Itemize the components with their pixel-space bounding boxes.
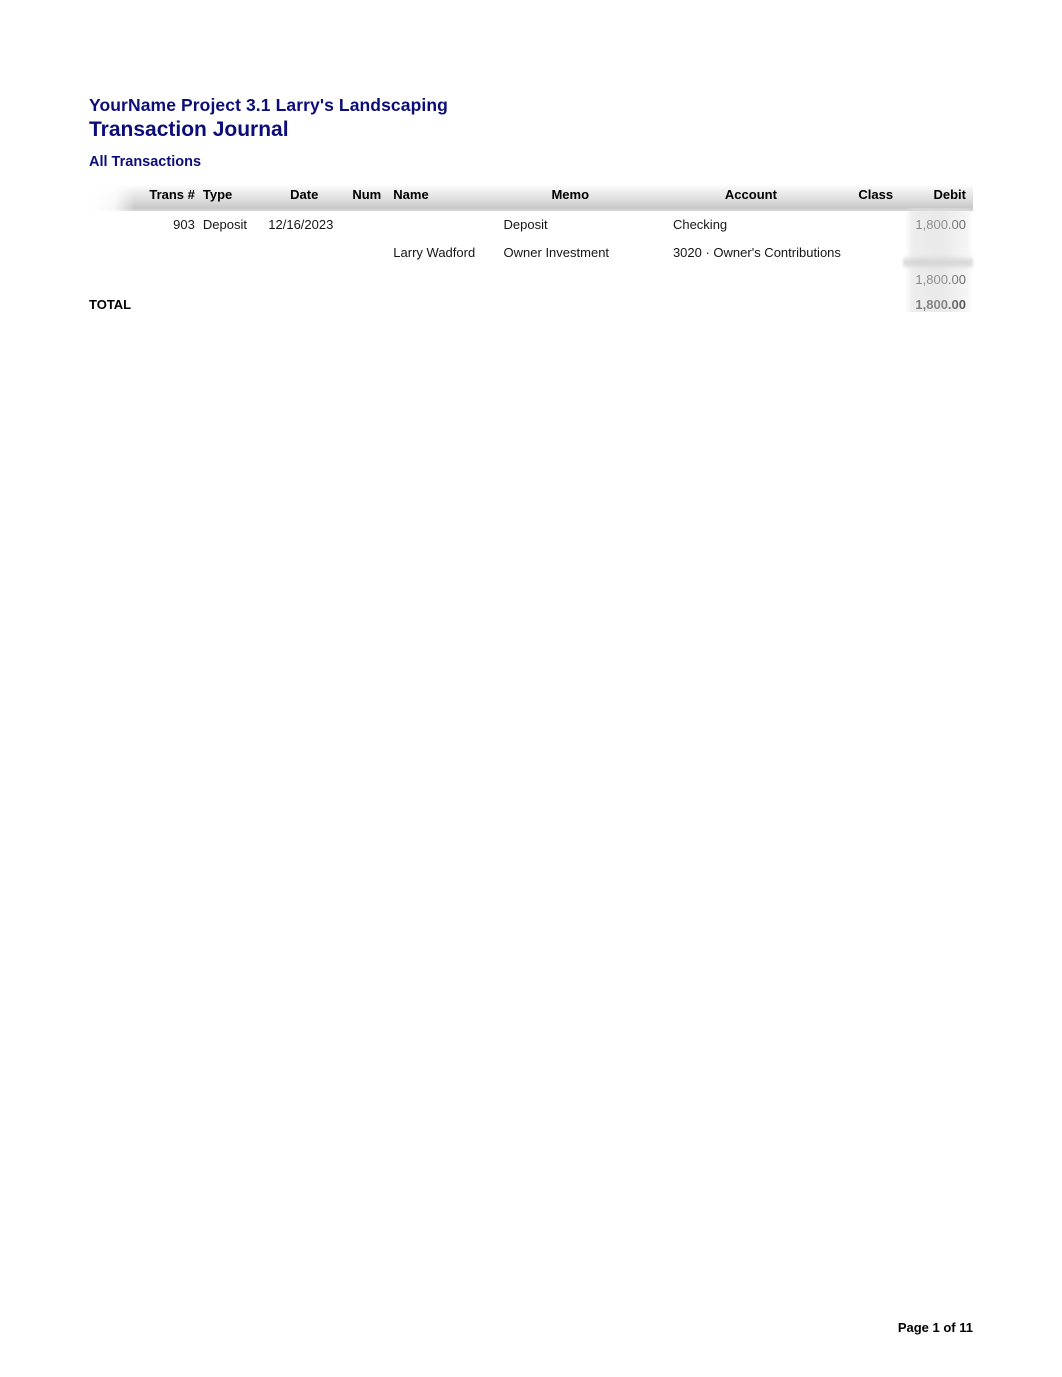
report-company-name: YourName Project 3.1 Larry's Landscaping (89, 95, 448, 115)
column-header-memo: Memo (501, 185, 671, 211)
cell-num (342, 211, 391, 239)
column-header-class: Class (840, 185, 898, 211)
cell-trans (135, 239, 199, 267)
subtotal-account (671, 267, 841, 293)
total-label: TOTAL (89, 297, 132, 312)
cell-date: 12/16/2023 (268, 217, 334, 232)
transaction-journal-table: Trans # Type Date Num Name Memo Account … (89, 185, 973, 317)
total-num (342, 293, 391, 317)
total-type (199, 293, 266, 317)
table-row: Larry Wadford Owner Investment 3020 · Ow… (89, 239, 973, 267)
cell-class (841, 239, 897, 267)
table-row: 903 Deposit 12/16/2023 Deposit Checking … (89, 211, 973, 239)
row-spacer (89, 211, 135, 239)
cell-date (266, 239, 342, 267)
report-subtitle: All Transactions (89, 154, 202, 170)
column-header-name: Name (391, 185, 502, 211)
subtotal-num (342, 267, 391, 293)
subtotal-class (841, 267, 897, 293)
column-header-num: Num (342, 185, 392, 211)
report-title: Transaction Journal (89, 118, 289, 141)
cell-account: 3020 · Owner's Contributions (672, 245, 841, 260)
total-memo (502, 293, 671, 317)
subtotal-type (199, 267, 266, 293)
cell-name: Larry Wadford (393, 245, 476, 260)
subtotal-debit: 1,800.00 (915, 272, 966, 287)
report-page: YourName Project 3.1 Larry's Landscaping… (0, 0, 1062, 1377)
column-header-date: Date (266, 185, 343, 211)
total-row: TOTAL 1,800.00 (89, 293, 973, 317)
total-debit: 1,800.00 (915, 297, 966, 312)
subtotal-name (391, 267, 501, 293)
row-spacer (89, 267, 135, 293)
cell-num (342, 239, 391, 267)
subtotal-trans (135, 267, 199, 293)
subtotal-row: 1,800.00 (89, 267, 973, 293)
subtotal-memo (502, 267, 671, 293)
cell-account: Checking (672, 217, 728, 232)
column-header-type: Type (198, 185, 267, 211)
cell-debit: 1,800.00 (915, 217, 966, 232)
total-trans (135, 293, 199, 317)
cell-type: Deposit (202, 217, 247, 232)
subtotal-date (266, 267, 342, 293)
cell-memo: Deposit (503, 217, 548, 232)
cell-debit (897, 239, 973, 267)
cell-trans: 903 (173, 217, 195, 232)
total-date (266, 293, 342, 317)
table-header-row: Trans # Type Date Num Name Memo Account … (89, 185, 973, 211)
total-account (671, 293, 841, 317)
total-name (391, 293, 501, 317)
cell-name (391, 211, 501, 239)
page-footer: Page 1 of 11 (897, 1320, 973, 1335)
column-header-account: Account (670, 185, 841, 211)
report-header: YourName Project 3.1 Larry's Landscaping… (89, 94, 949, 172)
column-header-debit: Debit (897, 185, 973, 211)
cell-class (841, 211, 897, 239)
cell-type (199, 239, 266, 267)
table-header-spacer (89, 185, 136, 211)
column-header-trans: Trans # (135, 185, 199, 211)
cell-memo: Owner Investment (503, 245, 610, 260)
total-class (841, 293, 897, 317)
row-spacer (89, 239, 135, 267)
